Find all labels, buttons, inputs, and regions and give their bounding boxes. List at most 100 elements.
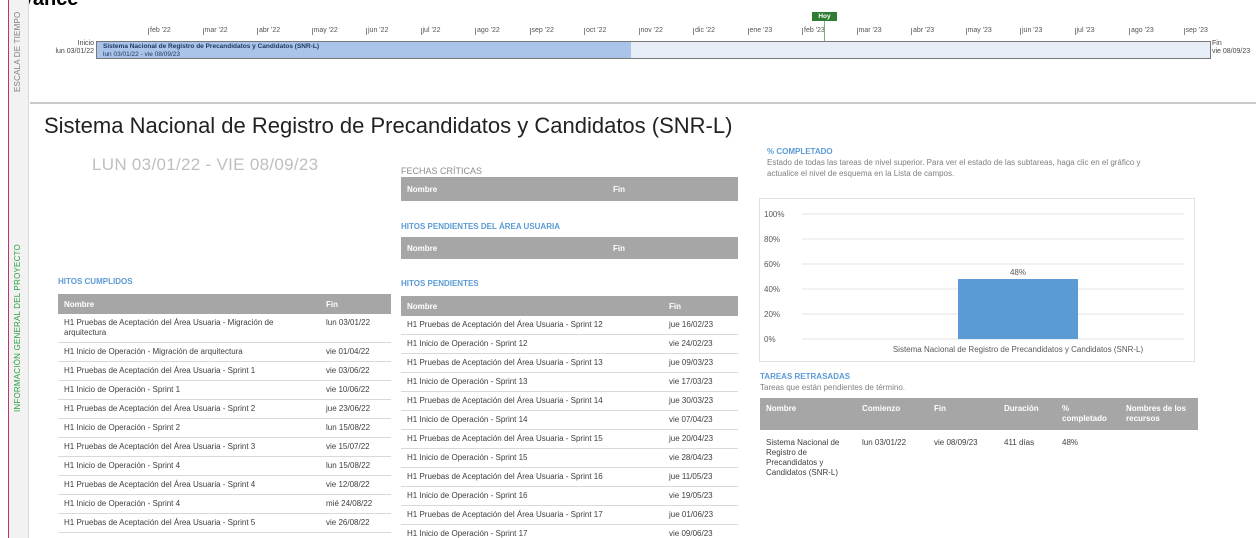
cell-fin: jue 23/06/22 [320, 399, 391, 419]
hitos-cumplidos-table: Nombre Fin H1 Pruebas de Aceptación del … [58, 294, 391, 533]
timeline-end: Fin vie 08/09/23 [1212, 40, 1250, 56]
col-header: Fin [928, 398, 998, 430]
timeline-divider [30, 102, 1256, 104]
timeline-month-label: jun '23 [1019, 27, 1043, 35]
col-header-fin: Fin [607, 177, 738, 201]
cell-fin: vie 01/04/22 [320, 342, 391, 362]
timeline-month-label: mar '22 [202, 27, 228, 35]
table-cell: 48% [1062, 438, 1079, 447]
col-header: Nombre [760, 398, 856, 430]
cell-fin: vie 28/04/23 [663, 448, 738, 468]
timeline-month-label: ene '23 [747, 27, 773, 35]
cell-nombre: H1 Inicio de Operación - Sprint 2 [58, 418, 320, 438]
cell-nombre: H1 Pruebas de Aceptación del Área Usuari… [58, 437, 320, 457]
cell-nombre: H1 Pruebas de Aceptación del Área Usuari… [401, 391, 663, 411]
table-cell: Sistema Nacional de Registro de Precandi… [766, 438, 840, 477]
timeline-month-label: sep '23 [1183, 27, 1208, 35]
timeline-side-label: ESCALA DE TIEMPO [13, 11, 22, 92]
cell-fin: lun 03/01/22 [320, 314, 391, 343]
completado-desc: Estado de todas las tareas de nivel supe… [767, 158, 1141, 178]
timeline-month-label: dic '22 [692, 27, 716, 35]
completion-chart[interactable]: 0% 20% 40% 60% 80% 100% 48% Sistema Nacional de… [759, 198, 1195, 362]
hitos-usuaria-title: HITOS PENDIENTES DEL ÁREA USUARIA [401, 222, 560, 231]
cell-nombre: H1 Inicio de Operación - Sprint 15 [401, 448, 663, 468]
y-tick-label: 80% [764, 235, 780, 244]
timeline-month-label: may '22 [311, 27, 338, 35]
cell-fin: vie 24/02/23 [663, 334, 738, 354]
table-row: H1 Pruebas de Aceptación del Área Usuari… [401, 353, 738, 373]
cell-nombre: H1 Pruebas de Aceptación del Área Usuari… [58, 314, 320, 343]
table-row: H1 Inicio de Operación - Sprint 16 vie 19… [401, 486, 738, 506]
table-row: H1 Inicio de Operación - Sprint 2 lun 15/… [58, 418, 391, 438]
cell-fin: vie 07/04/23 [663, 410, 738, 430]
timeline-task-bar[interactable]: Sistema Nacional de Registro de Precandi… [96, 41, 1211, 59]
timeline-month-label: feb '23 [802, 27, 825, 35]
hitos-cumplidos-title: HITOS CUMPLIDOS [58, 277, 133, 286]
cell-fin: vie 19/05/23 [663, 486, 738, 506]
cell-fin: mié 24/08/22 [320, 494, 391, 514]
cell-fin: vie 26/08/22 [320, 513, 391, 533]
cell-fin: jue 11/05/23 [663, 467, 738, 487]
report-title: Sistema Nacional de Registro de Precandi… [44, 113, 733, 138]
cell-fin: vie 09/06/23 [663, 524, 738, 538]
table-row: H1 Pruebas de Aceptación del Área Usuari… [58, 361, 391, 381]
table-row: H1 Pruebas de Aceptación del Área Usuari… [58, 475, 391, 495]
start-label: Inicio [77, 40, 94, 47]
cell-fin: lun 15/08/22 [320, 418, 391, 438]
table-row: H1 Pruebas de Aceptación del Área Usuari… [401, 429, 738, 449]
bar [958, 279, 1078, 339]
table-cell: 411 días [1004, 438, 1035, 447]
table-row: H1 Inicio de Operación - Sprint 15 vie 28… [401, 448, 738, 468]
cell-fin: vie 15/07/22 [320, 437, 391, 457]
timeline-task-name: Sistema Nacional de Registro de Precandi… [103, 43, 319, 50]
table-row: H1 Inicio de Operación - Sprint 1 vie 10/… [58, 380, 391, 400]
cell-fin: jue 30/03/23 [663, 391, 738, 411]
cell-nombre: H1 Inicio de Operación - Sprint 4 [58, 456, 320, 476]
table-row: H1 Pruebas de Aceptación del Área Usuari… [58, 437, 391, 457]
completion-chart-svg: 0% 20% 40% 60% 80% 100% 48% Sistema Nacional de… [764, 210, 1184, 354]
table-row: Sistema Nacional de Registro de Precandi… [760, 430, 1198, 482]
table-cell: lun 03/01/22 [862, 438, 907, 447]
timeline-task-dates: lun 03/01/22 - vie 08/09/23 [103, 50, 180, 58]
category-label: Sistema Nacional de Registro de Precandi… [893, 345, 1144, 354]
end-label: Fin [1212, 40, 1222, 47]
cell-nombre: H1 Inicio de Operación - Sprint 16 [401, 486, 663, 506]
y-tick-label: 60% [764, 260, 780, 269]
table-cell: vie 08/09/23 [934, 438, 978, 447]
report-dates: LUN 03/01/22 - VIE 08/09/23 [92, 155, 319, 174]
col-header: Nombres de los recursos [1120, 398, 1198, 430]
col-header: Duración [998, 398, 1056, 430]
timeline-month-label: ago '22 [475, 27, 500, 35]
retrasadas-desc: Tareas que están pendientes de término. [760, 383, 905, 392]
col-header-fin: Fin [607, 237, 738, 259]
cell-fin: vie 17/03/23 [663, 372, 738, 392]
retrasadas-table: Nombre Comienzo Fin Duración% completado Nom… [760, 398, 1198, 482]
cell-fin: jue 20/04/23 [663, 429, 738, 449]
cell-nombre: H1 Inicio de Operación - Sprint 1 [58, 380, 320, 400]
table-row: H1 Inicio de Operación - Sprint 13 vie 17… [401, 372, 738, 392]
timeline-start: Inicio lun 03/01/22 [36, 40, 94, 56]
fechas-criticas-table: Nombre Fin [401, 177, 738, 201]
y-tick-label: 0% [764, 335, 776, 344]
table-row: H1 Pruebas de Aceptación del Área Usuari… [401, 467, 738, 487]
overview-side-label: INFORMACIÓN GENERAL DEL PROYECTO [13, 244, 22, 412]
timeline-month-label: jul '22 [420, 27, 441, 35]
cell-nombre: H1 Pruebas de Aceptación del Área Usuari… [401, 467, 663, 487]
cell-fin: jue 16/02/23 [663, 316, 738, 335]
cell-fin: vie 10/06/22 [320, 380, 391, 400]
data-label: 48% [1010, 268, 1026, 277]
start-date: lun 03/01/22 [55, 48, 94, 55]
col-header-nombre: Nombre [58, 294, 320, 314]
timeline-month-label: abr '22 [256, 27, 281, 35]
completado-title: % COMPLETADO [767, 147, 833, 156]
cell-nombre: H1 Inicio de Operación - Sprint 14 [401, 410, 663, 430]
table-row: H1 Inicio de Operación - Sprint 4 lun 15/… [58, 456, 391, 476]
col-header-nombre: Nombre [401, 237, 607, 259]
hitos-pendientes-title: HITOS PENDIENTES [401, 279, 479, 288]
hitos-pendientes-table: Nombre Fin H1 Pruebas de Aceptación del … [401, 296, 738, 538]
timeline-month-label: ago '23 [1129, 27, 1154, 35]
cell-nombre: H1 Inicio de Operación - Sprint 17 [401, 524, 663, 538]
table-row: H1 Pruebas de Aceptación del Área Usuari… [58, 314, 391, 343]
timeline-month-label: jul '23 [1074, 27, 1095, 35]
cell-nombre: H1 Inicio de Operación - Sprint 12 [401, 334, 663, 354]
